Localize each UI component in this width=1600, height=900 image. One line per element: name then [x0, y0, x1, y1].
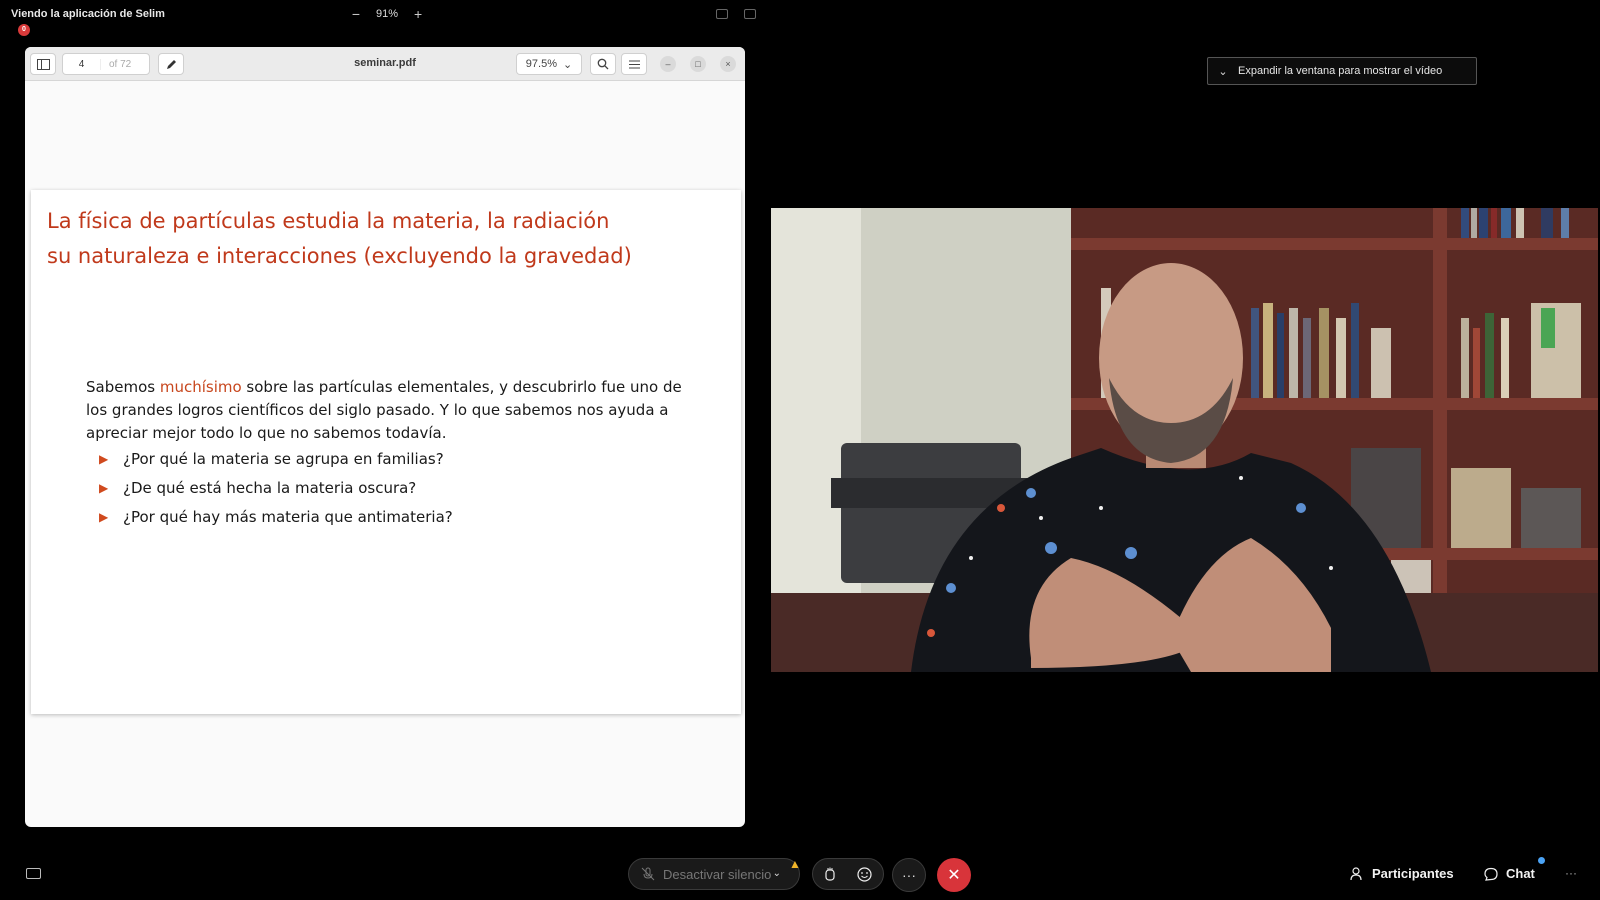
chat-button[interactable]: Chat [1484, 866, 1535, 881]
emoji-reaction-icon[interactable] [857, 866, 872, 882]
speaker-video [771, 208, 1598, 672]
page-number-input[interactable]: 4 [63, 58, 101, 70]
slide-page: La física de partículas estudia la mater… [31, 190, 741, 714]
search-button[interactable] [590, 53, 616, 75]
unmute-label: Desactivar silencio [663, 866, 772, 882]
annotate-icon[interactable] [716, 9, 728, 19]
maximize-button[interactable]: □ [690, 56, 706, 72]
zoom-out-button[interactable]: − [350, 6, 362, 22]
viewing-app-label: Viendo la aplicación de Selim [11, 8, 165, 20]
bullet-triangle-icon: ▶ [99, 510, 109, 524]
list-item: ▶ ¿De qué está hecha la materia oscura? [99, 477, 659, 506]
zoom-select-value: 97.5% [525, 58, 557, 70]
paragraph-highlight: muchísimo [159, 378, 242, 396]
expand-video-label: Expandir la ventana para mostrar el víde… [1238, 65, 1443, 77]
overflow-menu-button[interactable]: ··· [1565, 866, 1577, 880]
bullet-text: ¿Por qué la materia se agrupa en familia… [123, 450, 444, 468]
slide-bullet-list: ▶ ¿Por qué la materia se agrupa en famili… [99, 448, 659, 535]
paragraph-start: Sabemos [86, 378, 160, 396]
bullet-text: ¿De qué está hecha la materia oscura? [123, 479, 417, 497]
share-zoom-control: − 91% + [350, 6, 424, 22]
search-icon [597, 58, 609, 70]
recording-badge: 0 [18, 24, 30, 36]
list-item: ▶ ¿Por qué la materia se agrupa en famili… [99, 448, 659, 477]
pdf-viewer-window: 4 of 72 seminar.pdf 97.5% ⌄ – □ × La fís… [25, 47, 745, 827]
zoom-select[interactable]: 97.5% ⌄ [516, 53, 582, 75]
participants-icon [1350, 866, 1362, 880]
sidebar-icon [36, 58, 50, 70]
zoom-value: 91% [376, 8, 399, 20]
chat-label: Chat [1506, 866, 1535, 881]
chevron-down-icon[interactable]: ⌄ [773, 868, 781, 879]
list-item: ▶ ¿Por qué hay más materia que antimateri… [99, 506, 659, 535]
pencil-icon [166, 59, 176, 69]
share-view-options [716, 9, 756, 19]
bullet-text: ¿Por qué hay más materia que antimateria… [123, 508, 453, 526]
slide-title-line-1: La física de partículas estudia la mater… [47, 209, 610, 233]
reactions-group [812, 858, 884, 890]
hamburger-icon [628, 60, 640, 68]
close-button[interactable]: × [720, 56, 736, 72]
leave-call-button[interactable]: ✕ [937, 858, 971, 892]
sidebar-toggle-button[interactable] [30, 53, 56, 75]
chat-notification-dot [1538, 857, 1545, 864]
captions-icon[interactable] [26, 868, 41, 879]
expand-video-button[interactable]: ⌄ Expandir la ventana para mostrar el ví… [1207, 57, 1477, 85]
chevron-down-icon: ⌄ [1218, 65, 1228, 78]
unmute-button[interactable]: Desactivar silencio ▲ ⌄ [628, 857, 801, 890]
video-frame-image [771, 208, 1598, 672]
warning-icon: ▲ [789, 857, 801, 871]
participants-button[interactable]: Participantes [1350, 866, 1454, 881]
chevron-down-icon: ⌄ [562, 58, 573, 71]
pop-out-icon[interactable] [744, 9, 756, 19]
microphone-muted-icon [641, 867, 655, 881]
bullet-triangle-icon: ▶ [99, 452, 109, 466]
page-total: of 72 [109, 58, 132, 70]
participants-label: Participantes [1372, 866, 1454, 881]
slide-title: La física de partículas estudia la mater… [47, 204, 727, 274]
zoom-in-button[interactable]: + [412, 6, 424, 22]
minimize-button[interactable]: – [660, 56, 676, 72]
bullet-triangle-icon: ▶ [99, 481, 109, 495]
annotate-button[interactable] [158, 53, 184, 75]
page-navigator[interactable]: 4 of 72 [62, 53, 150, 75]
chat-bubble-icon [1484, 867, 1498, 881]
more-options-button[interactable]: ··· [892, 858, 926, 892]
menu-button[interactable] [621, 53, 647, 75]
slide-title-line-2: su naturaleza e interacciones (excluyend… [47, 244, 632, 268]
slide-paragraph: Sabemos muchísimo sobre las partículas e… [86, 376, 686, 445]
pdf-toolbar: 4 of 72 seminar.pdf 97.5% ⌄ – □ × [25, 47, 745, 81]
raise-hand-icon[interactable] [824, 867, 836, 881]
